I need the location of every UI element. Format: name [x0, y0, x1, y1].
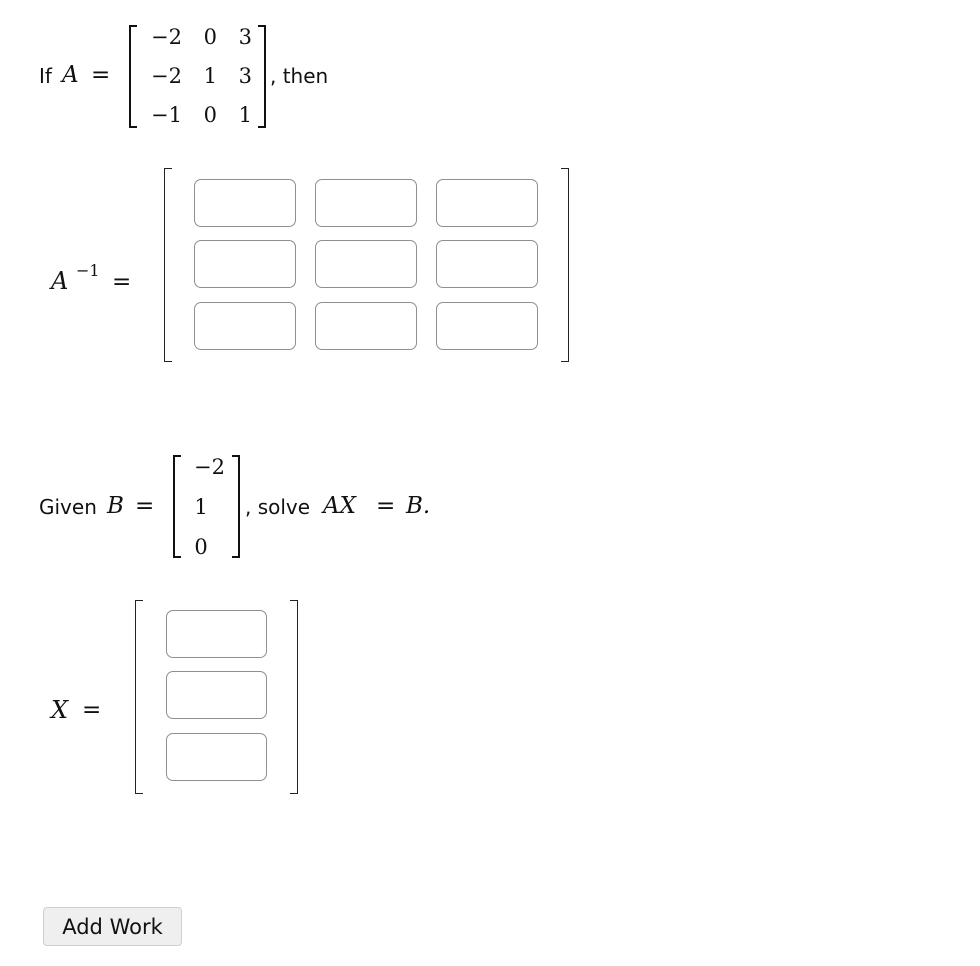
- inverse-input-r3c2[interactable]: [315, 302, 417, 350]
- inverse-input-r2c1[interactable]: [194, 240, 296, 288]
- inverse-input-r1c1[interactable]: [194, 179, 296, 227]
- matrix-a-cell: 3: [238, 64, 252, 88]
- add-work-button[interactable]: Add Work: [43, 907, 182, 946]
- x-input-3[interactable]: [166, 733, 267, 781]
- inverse-input-r3c1[interactable]: [194, 302, 296, 350]
- x-label: X: [51, 696, 69, 724]
- matrix-a-left-bracket: [129, 25, 137, 128]
- x-input-1[interactable]: [166, 610, 267, 658]
- matrix-a-cell: 3: [238, 25, 252, 49]
- equals-sign: =: [135, 493, 155, 519]
- matrix-a-cell: 0: [203, 25, 217, 49]
- matrix-a-cell: −1: [151, 103, 182, 127]
- equals-sign: =: [376, 493, 396, 519]
- matrix-b-cell: 1: [194, 495, 208, 519]
- given-prefix: Given: [39, 495, 97, 519]
- matrix-a-cell: −2: [151, 64, 182, 88]
- equals-sign: =: [91, 62, 111, 88]
- equals-sign: =: [112, 269, 132, 295]
- inverse-right-bracket: [561, 168, 569, 362]
- x-right-bracket: [290, 600, 298, 794]
- inverse-input-r2c3[interactable]: [436, 240, 538, 288]
- matrix-a-cell: 1: [238, 103, 252, 127]
- matrix-b-symbol: B: [107, 493, 124, 519]
- matrix-b-right-bracket: [232, 455, 240, 558]
- inverse-input-r3c3[interactable]: [436, 302, 538, 350]
- inverse-input-r1c3[interactable]: [436, 179, 538, 227]
- inverse-input-r2c2[interactable]: [315, 240, 417, 288]
- x-left-bracket: [135, 600, 143, 794]
- matrix-b-cell: 0: [194, 535, 208, 559]
- matrix-a-cell: 1: [203, 64, 217, 88]
- matrix-a-symbol: A: [62, 62, 79, 88]
- matrix-a-cell: −2: [151, 25, 182, 49]
- equation-lhs: AX: [323, 493, 356, 519]
- equals-sign: =: [82, 697, 102, 723]
- equation-rhs: B.: [406, 493, 431, 519]
- inverse-label-exponent: −1: [76, 261, 100, 280]
- inverse-input-r1c2[interactable]: [315, 179, 417, 227]
- matrix-a-right-bracket: [258, 25, 266, 128]
- inverse-left-bracket: [164, 168, 172, 362]
- matrix-b-left-bracket: [173, 455, 181, 558]
- matrix-a-cell: 0: [203, 103, 217, 127]
- solve-text: , solve: [245, 495, 311, 519]
- inverse-label-base: A: [51, 267, 69, 295]
- matrix-b-cell: −2: [194, 455, 225, 479]
- intro-prefix: If: [39, 64, 52, 88]
- intro-suffix: , then: [270, 64, 329, 88]
- x-input-2[interactable]: [166, 671, 267, 719]
